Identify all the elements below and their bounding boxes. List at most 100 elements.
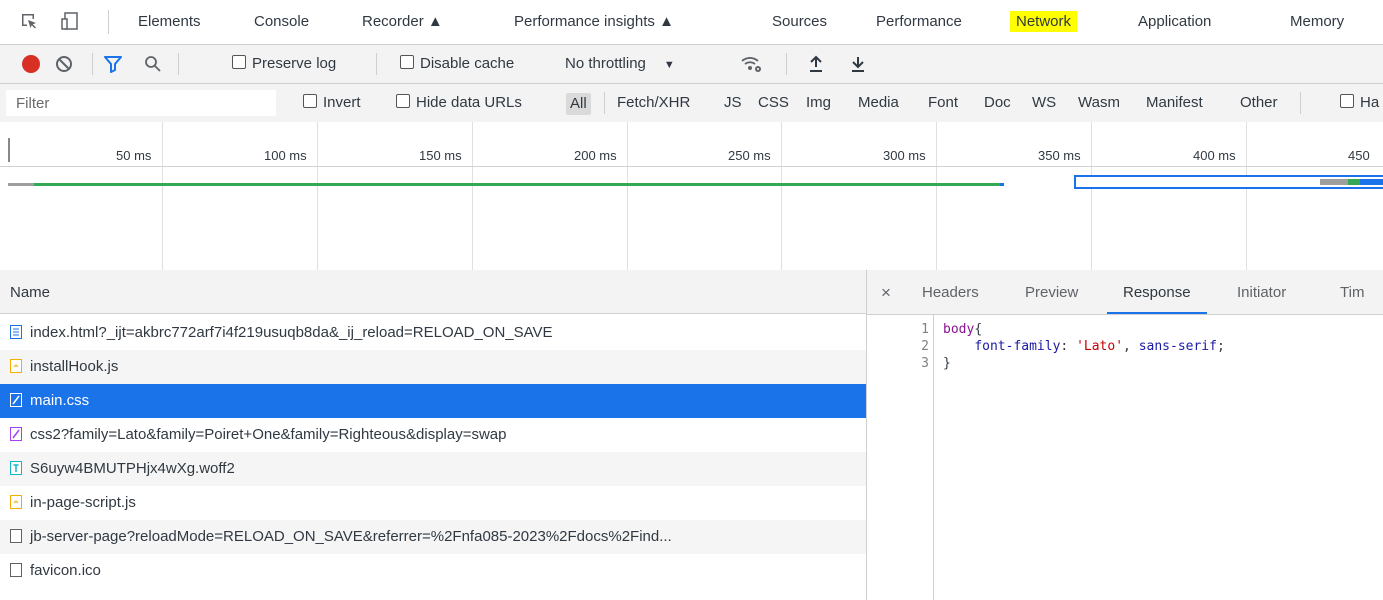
type-filter-manifest[interactable]: Manifest [1146,84,1203,122]
close-details-button[interactable]: × [881,270,891,314]
css-property: font-family [974,339,1061,354]
invert-checkbox[interactable]: Invert [303,84,361,122]
request-name: jb-server-page?reloadMode=RELOAD_ON_SAVE… [30,528,672,545]
tab-response[interactable]: Response [1107,270,1207,314]
hide-data-urls-checkbox[interactable]: Hide data URLs [396,84,522,122]
tab-preview[interactable]: Preview [1025,270,1078,314]
has-blocked-cookies-checkbox[interactable]: Ha [1340,84,1379,122]
tab-timing[interactable]: Tim [1340,270,1364,314]
stylesheet-icon [10,386,22,407]
invert-label: Invert [323,94,361,111]
hide-data-urls-label: Hide data URLs [416,94,522,111]
request-name: css2?family=Lato&family=Poiret+One&famil… [30,426,507,443]
tab-performance-insights-label: Performance insights [514,13,655,30]
timeline-tick-label: 50 ms [116,148,152,163]
timeline-start-marker [8,138,10,162]
record-icon[interactable] [22,55,40,73]
filter-input[interactable] [6,90,276,116]
css-colon: : [1060,339,1077,354]
line-number: 1 [921,322,929,337]
tab-recorder-label: Recorder [362,13,424,30]
css-brace-open: { [974,322,983,337]
timeline-overview[interactable]: 50 ms 100 ms 150 ms 200 ms 250 ms 300 ms… [0,122,1383,271]
type-filter-ws[interactable]: WS [1032,84,1056,122]
type-filter-js[interactable]: JS [724,84,742,122]
disable-cache-checkbox[interactable]: Disable cache [400,45,514,83]
details-tab-bar: × Headers Preview Response Initiator Tim [867,270,1383,315]
search-icon[interactable] [144,55,162,73]
timeline-tick-label: 200 ms [574,148,617,163]
code-line-1: body{ [943,322,982,337]
tab-performance-insights[interactable]: Performance insights ▲ [514,0,674,44]
tab-headers[interactable]: Headers [922,270,979,314]
request-row-css2[interactable]: css2?family=Lato&family=Poiret+One&famil… [0,418,866,452]
tab-console[interactable]: Console [254,0,309,44]
filter-icon[interactable] [104,55,122,73]
request-name: index.html?_ijt=akbrc772arf7i4f219usuqb8… [30,324,553,341]
line-number: 3 [921,356,929,371]
timeline-tick-label: 100 ms [264,148,307,163]
timeline-tick-label: 400 ms [1193,148,1236,163]
name-column-header[interactable]: Name [0,270,866,314]
type-filter-img[interactable]: Img [806,84,831,122]
timeline-tick-label: 450 [1348,148,1370,163]
type-filter-wasm[interactable]: Wasm [1078,84,1120,122]
filter-bar: Invert Hide data URLs All Fetch/XHR JS C… [0,84,1383,123]
request-name: S6uyw4BMUTPHjx4wXg.woff2 [30,460,235,477]
tab-recorder[interactable]: Recorder ▲ [362,0,443,44]
inspect-element-icon[interactable] [20,12,38,30]
waterfall-bar-main [34,183,1000,186]
clear-icon[interactable] [55,55,73,73]
timeline-tick-label: 250 ms [728,148,771,163]
css-semicolon: ; [1216,339,1225,354]
line-number-gutter: 1 2 3 [867,314,934,600]
tab-network-label: Network [1010,11,1078,32]
font-icon [10,454,22,475]
tab-application[interactable]: Application [1138,0,1211,44]
type-filter-all[interactable]: All [566,93,591,115]
css-comma: , [1123,339,1139,354]
file-icon [10,556,22,577]
waterfall-bar-late [1320,179,1348,185]
request-row-index-html[interactable]: index.html?_ijt=akbrc772arf7i4f219usuqb8… [0,316,866,350]
type-filter-other[interactable]: Other [1240,84,1278,122]
request-name: in-page-script.js [30,494,136,511]
request-row-favicon[interactable]: favicon.ico [0,554,866,588]
import-har-icon[interactable] [808,55,824,73]
tab-network[interactable]: Network [1010,0,1078,44]
request-row-main-css[interactable]: main.css [0,384,866,418]
preserve-log-checkbox[interactable]: Preserve log [232,45,336,83]
tab-performance[interactable]: Performance [876,0,962,44]
tab-sources[interactable]: Sources [772,0,827,44]
waterfall-bar-tail [1000,183,1004,186]
script-icon [10,488,22,509]
timeline-tick-label: 350 ms [1038,148,1081,163]
network-conditions-icon[interactable] [740,54,764,74]
tab-initiator[interactable]: Initiator [1237,270,1286,314]
export-har-icon[interactable] [850,55,866,73]
tab-elements[interactable]: Elements [138,0,201,44]
request-row-woff2[interactable]: S6uyw4BMUTPHjx4wXg.woff2 [0,452,866,486]
throttling-select[interactable]: No throttling ▼ [565,45,675,83]
devtools-tab-bar: Elements Console Recorder ▲ Performance … [0,0,1383,45]
type-filter-doc[interactable]: Doc [984,84,1011,122]
type-filter-font[interactable]: Font [928,84,958,122]
request-name: main.css [30,392,90,409]
request-row-installhook[interactable]: installHook.js [0,350,866,384]
request-row-in-page-script[interactable]: in-page-script.js [0,486,866,520]
waterfall-bar-doc [8,183,34,186]
flask-icon: ▲ [659,13,674,30]
css-brace-close: } [943,356,951,371]
type-filter-media[interactable]: Media [858,84,899,122]
tab-memory[interactable]: Memory [1290,0,1344,44]
type-filter-fetch-xhr[interactable]: Fetch/XHR [617,84,690,122]
request-name: favicon.ico [30,562,101,579]
request-row-jb-server-page[interactable]: jb-server-page?reloadMode=RELOAD_ON_SAVE… [0,520,866,554]
device-toolbar-icon[interactable] [60,11,80,31]
timeline-tick-label: 150 ms [419,148,462,163]
request-list: Name index.html?_ijt=akbrc772arf7i4f219u… [0,270,867,600]
css-selector: body [943,322,975,337]
network-toolbar: Preserve log Disable cache No throttling… [0,45,1383,84]
type-filter-css[interactable]: CSS [758,84,789,122]
waterfall-bar-late-blue [1360,179,1383,185]
